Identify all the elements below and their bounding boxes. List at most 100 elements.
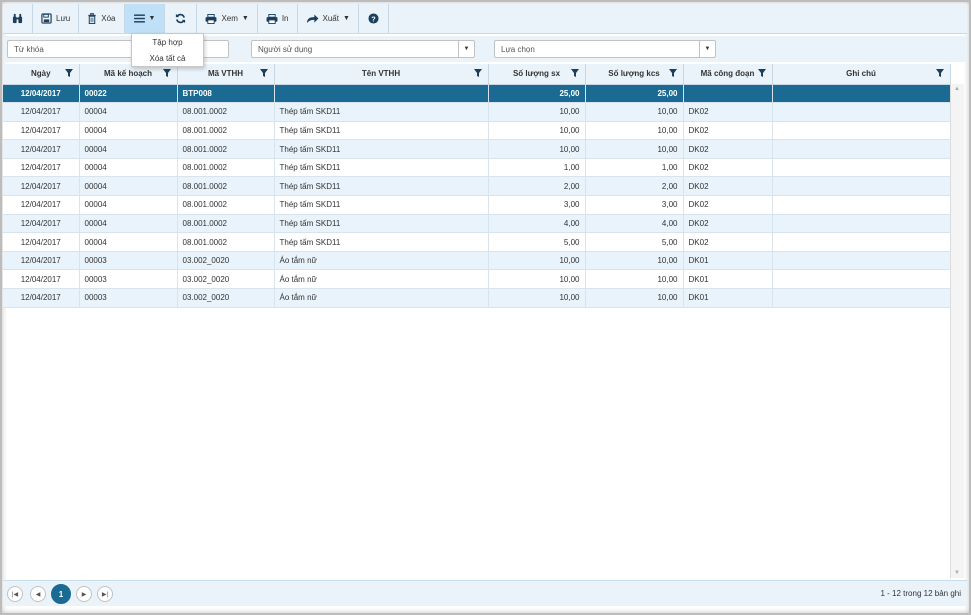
filter-icon[interactable] (570, 69, 579, 79)
refresh-icon (175, 13, 186, 24)
stage-code-cell: DK02 (683, 121, 773, 141)
view-button[interactable]: Xem ▼ (197, 4, 258, 33)
filter-icon[interactable] (259, 69, 268, 79)
qty-produced-cell: 3,00 (488, 195, 586, 215)
date-cell: 12/04/2017 (3, 158, 80, 178)
filter-icon[interactable] (668, 69, 677, 79)
date-cell: 12/04/2017 (3, 288, 80, 308)
table-row[interactable]: 12/04/2017 00004 08.001.0002 Thép tấm SKD11… (3, 102, 951, 122)
item-code-cell: 08.001.0002 (177, 232, 275, 252)
search-button[interactable] (3, 4, 33, 33)
export-button[interactable]: Xuất ▼ (298, 4, 359, 33)
item-name-cell: Thép tấm SKD11 (274, 121, 489, 141)
header-row: Ngày Mã kế hoạch Mã VTHH Tên VTHH Số lượ… (3, 64, 951, 85)
column-header[interactable]: Mã công đoạn (683, 64, 773, 85)
qty-produced-cell: 2,00 (488, 176, 586, 197)
item-code-cell: 08.001.0002 (177, 121, 275, 141)
table-row[interactable]: 12/04/2017 00004 08.001.0002 Thép tấm SKD11… (3, 121, 951, 141)
stage-code-cell: DK02 (683, 214, 773, 234)
table-row[interactable]: 12/04/2017 00004 08.001.0002 Thép tấm SKD11… (3, 195, 951, 215)
data-grid: Ngày Mã kế hoạch Mã VTHH Tên VTHH Số lượ… (3, 64, 951, 308)
column-header[interactable]: Số lượng sx (488, 64, 586, 85)
user-select[interactable]: Người sử dụng ▼ (251, 40, 475, 58)
table-row[interactable]: 12/04/2017 00003 03.002_0020 Áo tắm nữ 10,00… (3, 288, 951, 308)
date-cell: 12/04/2017 (3, 121, 80, 141)
save-button[interactable]: Lưu (33, 4, 80, 33)
dropdown-menu: Tập hợp Xóa tất cả (131, 33, 204, 67)
date-cell: 12/04/2017 (3, 139, 80, 159)
table-row[interactable]: 12/04/2017 00004 08.001.0002 Thép tấm SKD11… (3, 158, 951, 178)
table-row[interactable]: 12/04/2017 00004 08.001.0002 Thép tấm SKD11… (3, 139, 951, 159)
column-header-label: Mã VTHH (207, 69, 244, 79)
stage-code-cell (683, 84, 773, 104)
menu-item-clear-all[interactable]: Xóa tất cả (132, 50, 203, 66)
note-cell (772, 102, 951, 122)
table-row[interactable]: 12/04/2017 00022 BTP008 25,00 25,00 (3, 84, 951, 104)
column-header[interactable]: Ghi chú (772, 64, 951, 85)
share-arrow-icon (306, 13, 319, 24)
column-header[interactable]: Mã VTHH (177, 64, 275, 85)
help-icon: ? (368, 13, 379, 24)
plan-code-cell: 00004 (79, 214, 178, 234)
column-header[interactable]: Ngày (3, 64, 80, 85)
scroll-down-icon[interactable]: ▼ (954, 570, 960, 576)
caret-down-icon: ▼ (148, 15, 156, 22)
print-button[interactable]: In (258, 4, 298, 33)
note-cell (772, 269, 951, 290)
menu-dropdown-button[interactable]: ▼ (124, 4, 166, 33)
item-name-cell: Thép tấm SKD11 (274, 158, 489, 178)
table-row[interactable]: 12/04/2017 00003 03.002_0020 Áo tắm nữ 10,00… (3, 269, 951, 290)
menu-item-group[interactable]: Tập hợp (132, 34, 203, 50)
filter-icon[interactable] (935, 69, 944, 79)
qty-checked-cell: 10,00 (585, 139, 684, 159)
column-header-label: Số lượng kcs (608, 69, 660, 79)
qty-produced-cell: 4,00 (488, 214, 586, 234)
scroll-up-icon[interactable]: ▲ (954, 86, 960, 92)
refresh-button[interactable] (165, 4, 198, 33)
svg-text:?: ? (371, 14, 376, 23)
first-page-button[interactable]: |◀ (7, 586, 23, 602)
last-page-button[interactable]: ▶| (97, 586, 113, 602)
option-select[interactable]: Lựa chọn ▼ (494, 40, 716, 58)
table-row[interactable]: 12/04/2017 00003 03.002_0020 Áo tắm nữ 10,00… (3, 251, 951, 271)
filter-icon[interactable] (757, 69, 766, 79)
item-code-cell: 08.001.0002 (177, 102, 275, 122)
delete-button[interactable]: Xóa (79, 4, 125, 33)
vertical-scrollbar[interactable]: ▲ ▼ (950, 84, 964, 578)
column-header[interactable]: Tên VTHH (274, 64, 489, 85)
note-cell (772, 288, 951, 308)
next-page-button[interactable]: ▶ (76, 586, 92, 602)
chevron-down-icon[interactable]: ▼ (699, 41, 715, 57)
binoculars-icon (12, 13, 23, 24)
table-row[interactable]: 12/04/2017 00004 08.001.0002 Thép tấm SKD11… (3, 176, 951, 197)
page-info: 1 - 12 trong 12 bản ghi (880, 589, 961, 598)
item-name-cell: Thép tấm SKD11 (274, 214, 489, 234)
chevron-down-icon[interactable]: ▼ (458, 41, 474, 57)
item-name-cell: Thép tấm SKD11 (274, 232, 489, 252)
help-button[interactable]: ? (359, 4, 389, 33)
prev-page-button[interactable]: ◀ (30, 586, 46, 602)
current-page-button[interactable]: 1 (51, 584, 71, 604)
qty-checked-cell: 10,00 (585, 269, 684, 290)
column-header[interactable]: Số lượng kcs (585, 64, 684, 85)
view-label: Xem (221, 14, 238, 23)
date-cell: 12/04/2017 (3, 251, 80, 271)
qty-produced-cell: 10,00 (488, 269, 586, 290)
stage-code-cell: DK02 (683, 176, 773, 197)
column-header[interactable]: Mã kế hoạch (79, 64, 178, 85)
qty-produced-cell: 10,00 (488, 102, 586, 122)
qty-checked-cell: 25,00 (585, 84, 684, 104)
qty-checked-cell: 10,00 (585, 288, 684, 308)
note-cell (772, 214, 951, 234)
filter-icon[interactable] (473, 69, 482, 79)
printer-icon (266, 13, 278, 24)
filter-icon[interactable] (162, 69, 171, 79)
qty-checked-cell: 2,00 (585, 176, 684, 197)
table-row[interactable]: 12/04/2017 00004 08.001.0002 Thép tấm SKD11… (3, 214, 951, 234)
filter-icon[interactable] (64, 69, 73, 79)
qty-produced-cell: 10,00 (488, 139, 586, 159)
table-row[interactable]: 12/04/2017 00004 08.001.0002 Thép tấm SKD11… (3, 232, 951, 252)
stage-code-cell: DK01 (683, 269, 773, 290)
caret-down-icon: ▼ (241, 15, 249, 22)
plan-code-cell: 00004 (79, 176, 178, 197)
